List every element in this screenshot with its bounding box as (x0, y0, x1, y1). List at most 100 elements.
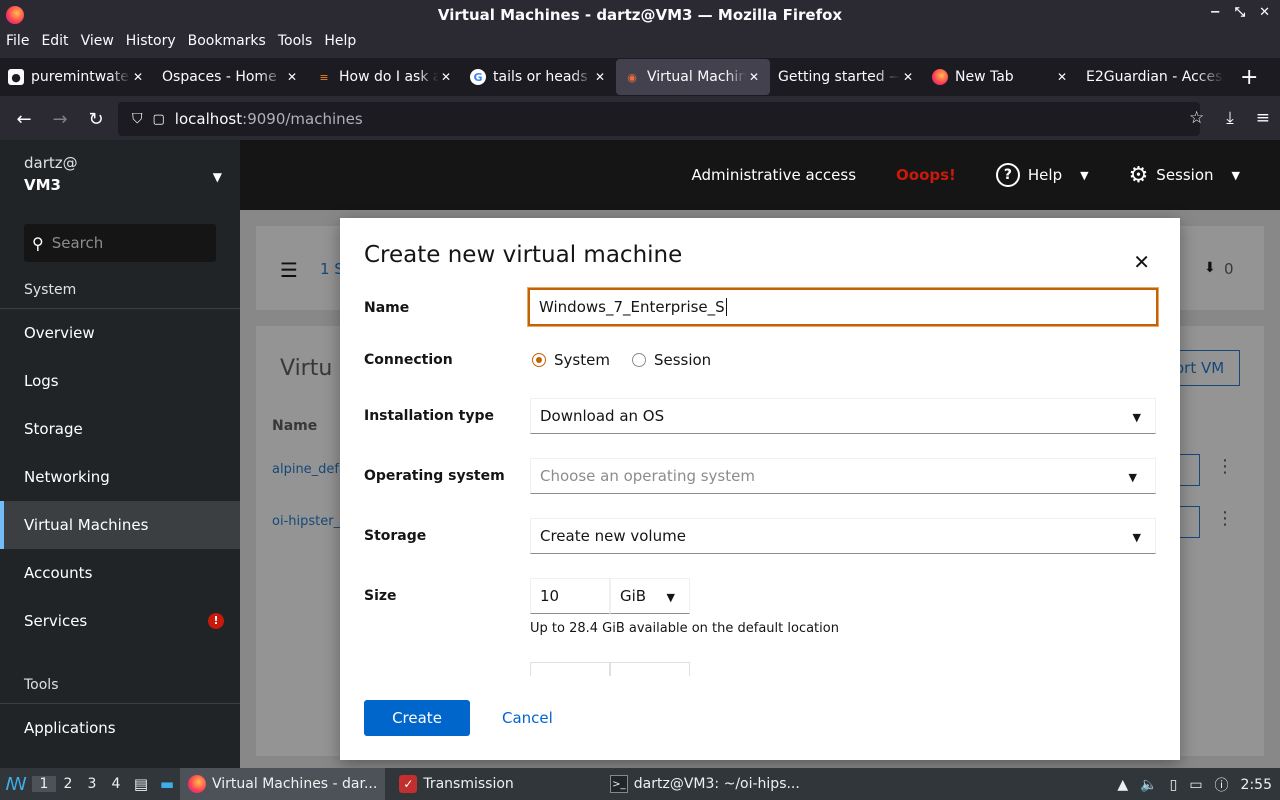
start-menu-icon[interactable]: ꟿ (0, 774, 32, 795)
size-row: Size 10 GiB ▼ (364, 578, 1156, 614)
new-tab-plus-icon[interactable]: + (1240, 65, 1258, 90)
url-bar[interactable]: ⛉ ▢ localhost:9090/machines (118, 102, 1200, 136)
oops-button[interactable]: Ooops! (896, 166, 956, 184)
menu-edit[interactable]: Edit (35, 33, 74, 49)
size-label: Size (364, 588, 397, 604)
connection-session-radio[interactable]: Session (631, 351, 711, 369)
tray-arrow-icon[interactable]: ▲ (1117, 777, 1128, 793)
firefox-logo-icon (6, 6, 24, 24)
sidebar-item-logs[interactable]: Logs (0, 357, 240, 405)
forward-arrow-icon[interactable]: → (42, 109, 78, 130)
menu-file[interactable]: File (0, 33, 35, 49)
hamburger-menu-icon[interactable]: ≡ (1256, 108, 1270, 128)
back-arrow-icon[interactable]: ← (6, 109, 42, 130)
tab-close-icon[interactable]: ✕ (746, 70, 762, 84)
administrative-access-button[interactable]: Administrative access (692, 166, 857, 184)
tab-label: tails or heads (493, 69, 588, 85)
install-type-value: Download an OS (540, 407, 665, 425)
workspace-4[interactable]: 4 (104, 776, 128, 792)
os-select[interactable]: Choose an operating system ▼ (530, 458, 1156, 494)
sidebar-item-overview[interactable]: Overview (0, 309, 240, 357)
maximize-button[interactable]: ⤡ (1235, 5, 1245, 20)
memory-row-partial (530, 662, 690, 676)
network-icon[interactable]: ▭ (1189, 777, 1202, 793)
sidebar-search[interactable]: ⚲ Search (24, 224, 216, 262)
install-type-select[interactable]: Download an OS ▼ (530, 398, 1156, 434)
host-switcher[interactable]: dartz@ VM3 ▼ (0, 140, 240, 210)
downloads-icon[interactable]: ⤓ (1226, 108, 1234, 128)
cancel-button[interactable]: Cancel (502, 700, 553, 736)
task-firefox[interactable]: Virtual Machines - dar... (180, 768, 386, 800)
sidebar-item-storage[interactable]: Storage (0, 405, 240, 453)
task-label: Virtual Machines - dar... (212, 776, 378, 792)
bookmark-star-icon[interactable]: ☆ (1189, 108, 1204, 128)
menu-tools[interactable]: Tools (272, 33, 319, 49)
shield-icon[interactable]: ⛉ (132, 111, 143, 127)
tab-close-icon[interactable]: ✕ (438, 70, 454, 84)
name-input[interactable]: Windows_7_Enterprise_S (528, 288, 1158, 326)
file-manager-icon[interactable]: ▤ (128, 775, 154, 793)
memory-input-partial[interactable] (530, 662, 610, 676)
tab-puremintwater[interactable]: ● puremintwater ✕ (0, 59, 154, 95)
memory-unit-partial[interactable] (610, 662, 690, 676)
volume-icon[interactable]: 🔈 (1140, 777, 1157, 793)
close-window-button[interactable]: ✕ (1259, 5, 1270, 20)
task-terminal[interactable]: >_ dartz@VM3: ~/oi-hips... (602, 768, 808, 800)
size-helper-text: Up to 28.4 GiB available on the default … (530, 621, 839, 636)
search-placeholder: Search (51, 234, 104, 252)
clock[interactable]: 2:55 (1241, 777, 1272, 793)
sidebar-item-virtual-machines[interactable]: Virtual Machines (0, 501, 240, 549)
workspace-2[interactable]: 2 (56, 776, 80, 792)
tab-label: Getting started — (778, 69, 900, 85)
sidebar-item-label: Services (24, 612, 88, 630)
tab-google[interactable]: G tails or heads ✕ (462, 59, 616, 95)
window-titlebar: Virtual Machines - dartz@VM3 — Mozilla F… (0, 0, 1280, 30)
help-menu[interactable]: ? Help ▼ (995, 163, 1089, 187)
minimize-button[interactable]: − (1210, 5, 1221, 20)
storage-select[interactable]: Create new volume ▼ (530, 518, 1156, 554)
workspace-3[interactable]: 3 (80, 776, 104, 792)
reload-icon[interactable]: ↻ (78, 109, 114, 130)
host-name: VM3 (24, 176, 61, 194)
size-unit-select[interactable]: GiB ▼ (610, 578, 690, 614)
sidebar-item-applications[interactable]: Applications (0, 704, 240, 752)
tab-new-tab[interactable]: New Tab ✕ (924, 59, 1078, 95)
menu-history[interactable]: History (120, 33, 182, 49)
cockpit-icon: ◉ (627, 70, 637, 84)
workspace-1[interactable]: 1 (32, 776, 56, 792)
updates-icon[interactable]: ⓘ (1215, 775, 1229, 795)
storage-value: Create new volume (540, 527, 686, 545)
create-vm-dialog: Create new virtual machine ✕ Name Window… (340, 218, 1180, 760)
show-desktop-icon[interactable]: ▬ (154, 775, 180, 793)
firefox-icon (932, 69, 948, 85)
tab-close-icon[interactable]: ✕ (900, 70, 916, 84)
tab-close-icon[interactable]: ✕ (130, 70, 146, 84)
tab-getting-started[interactable]: Getting started — ✕ (770, 59, 924, 95)
tab-stackoverflow[interactable]: ≡ How do I ask a ✕ (308, 59, 462, 95)
tab-ospaces[interactable]: Ospaces - Home ✕ (154, 59, 308, 95)
menu-bookmarks[interactable]: Bookmarks (182, 33, 272, 49)
sidebar-item-services[interactable]: Services ! (0, 597, 240, 645)
tab-virtual-machines[interactable]: ◉ Virtual Machine ✕ (616, 59, 770, 95)
page-info-icon[interactable]: ▢ (153, 112, 165, 127)
sidebar-item-networking[interactable]: Networking (0, 453, 240, 501)
tab-label: E2Guardian - Access (1086, 69, 1224, 85)
firefox-icon (188, 775, 206, 793)
tab-close-icon[interactable]: ✕ (592, 70, 608, 84)
create-button[interactable]: Create (364, 700, 470, 736)
caret-down-icon: ▼ (1132, 411, 1141, 424)
tab-e2guardian[interactable]: E2Guardian - Access (1078, 59, 1232, 95)
menu-view[interactable]: View (75, 33, 120, 49)
menu-help[interactable]: Help (318, 33, 362, 49)
connection-label: Connection (364, 352, 453, 368)
tab-close-icon[interactable]: ✕ (1054, 70, 1070, 84)
size-input[interactable]: 10 (530, 578, 610, 614)
install-type-row: Installation type Download an OS ▼ (364, 398, 1156, 434)
tab-close-icon[interactable]: ✕ (284, 70, 300, 84)
sidebar-item-accounts[interactable]: Accounts (0, 549, 240, 597)
clipboard-icon[interactable]: ▯ (1170, 777, 1178, 793)
session-menu[interactable]: ⚙ Session ▼ (1129, 163, 1240, 188)
close-icon[interactable]: ✕ (1133, 250, 1150, 274)
task-transmission[interactable]: ✓ Transmission (391, 768, 521, 800)
connection-system-radio[interactable]: System (532, 351, 610, 369)
